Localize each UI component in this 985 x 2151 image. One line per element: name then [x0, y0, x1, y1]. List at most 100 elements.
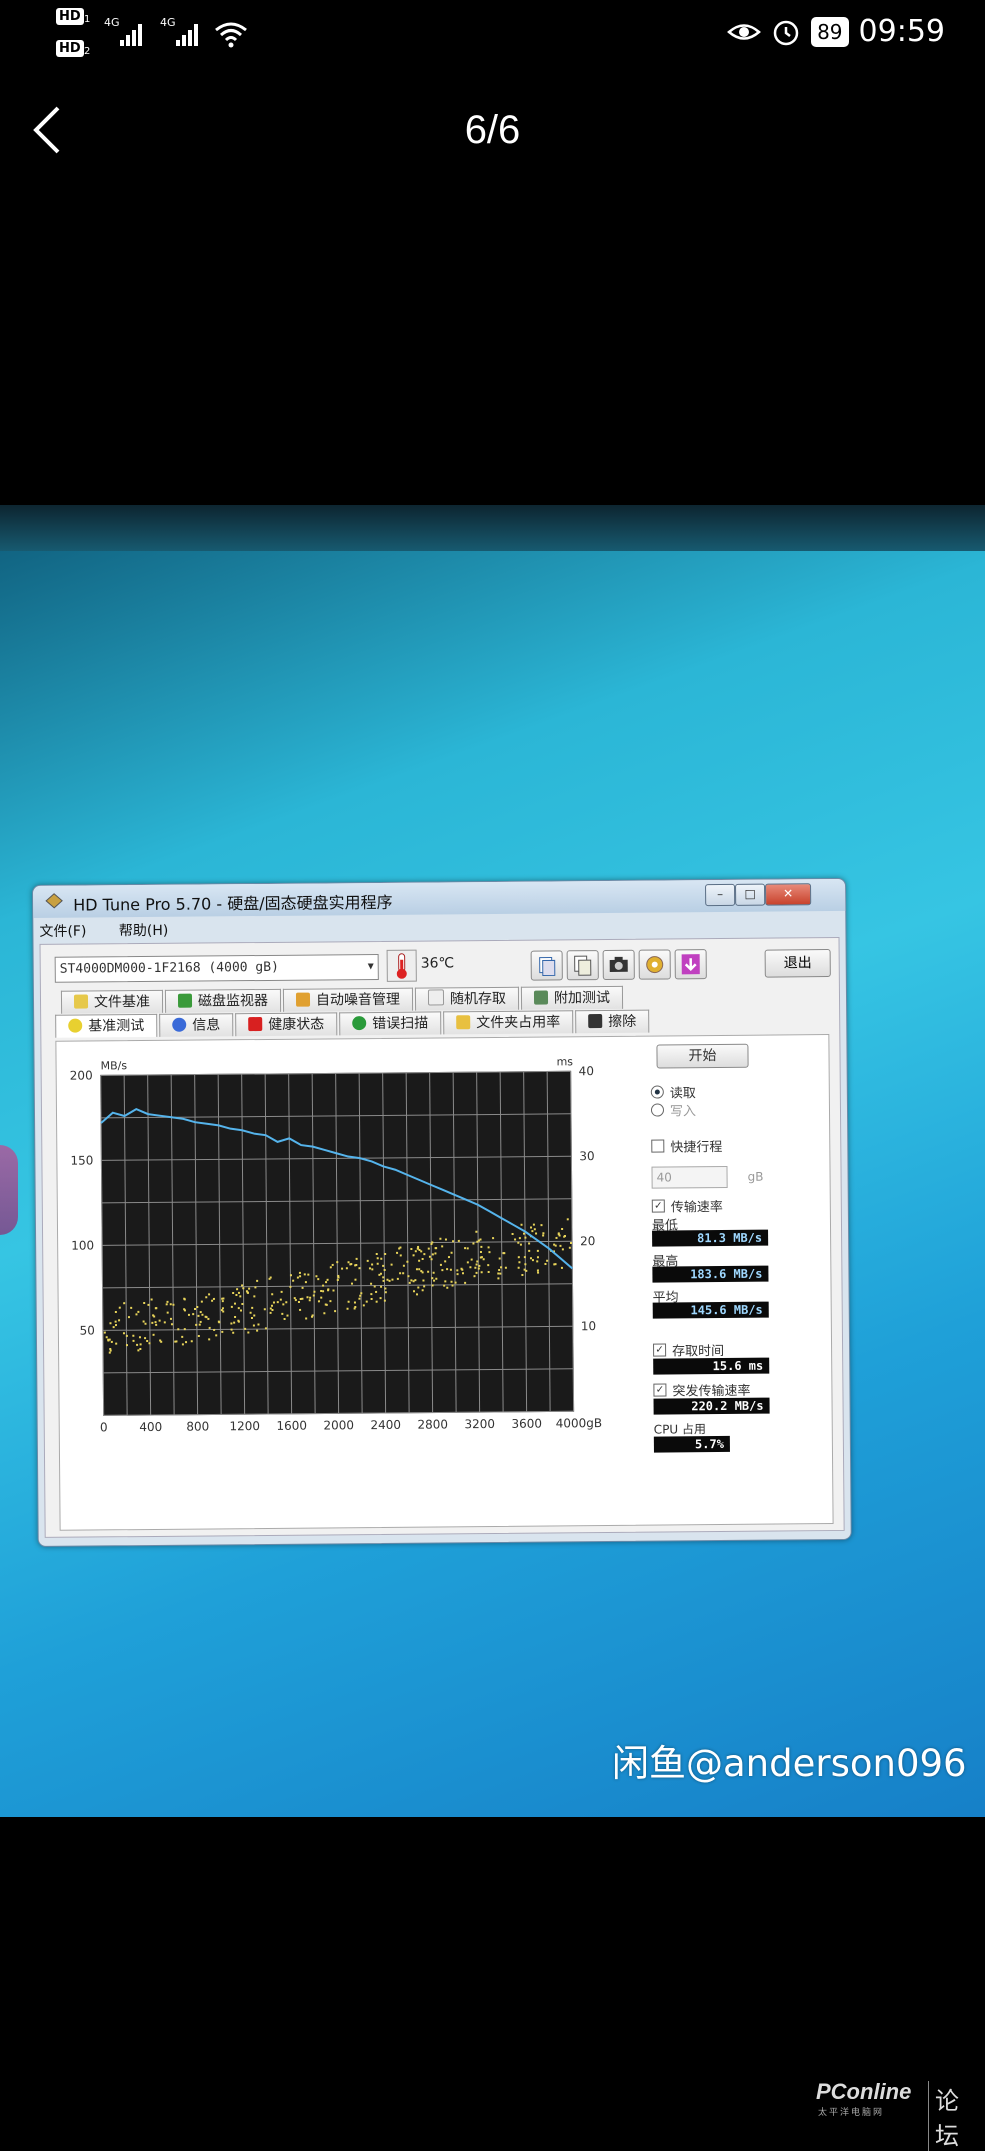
access-time-point — [469, 1266, 472, 1269]
x-tick: 3600 — [511, 1417, 542, 1431]
tab-folder-usage[interactable]: 文件夹占用率 — [443, 1010, 574, 1035]
chevron-down-icon: ▼ — [367, 961, 374, 973]
access-time-point — [412, 1254, 415, 1257]
access-time-point — [525, 1269, 528, 1272]
access-time-point — [177, 1328, 180, 1331]
access-time-point — [114, 1320, 117, 1323]
minimize-button[interactable]: – — [705, 883, 736, 907]
menu-file[interactable]: 文件(F) — [39, 924, 86, 940]
access-time-point — [492, 1237, 495, 1240]
access-time-point — [380, 1285, 383, 1288]
access-time-point — [208, 1293, 211, 1296]
access-time-point — [410, 1279, 413, 1282]
hdtune-window: HD Tune Pro 5.70 - 硬盘/固态硬盘实用程序 – □ ✕ 文件(… — [32, 877, 852, 1547]
access-time-point — [174, 1340, 177, 1343]
y-tick-right: 40 — [579, 1064, 594, 1078]
access-time-point — [449, 1268, 452, 1271]
access-time-point — [383, 1268, 386, 1271]
access-time-point — [253, 1314, 256, 1317]
access-time-point — [517, 1266, 520, 1269]
camera-icon[interactable] — [602, 949, 635, 981]
access-time-point — [355, 1264, 358, 1267]
access-time-point — [108, 1338, 111, 1341]
short-stroke-box — [651, 1139, 665, 1153]
status-right: 89 09:59 — [727, 14, 945, 49]
options-icon[interactable] — [638, 949, 671, 980]
checkbox-transfer-rate[interactable]: ✓ 传输速率 — [651, 1196, 723, 1216]
access-time-point — [172, 1303, 175, 1306]
access-time-point — [115, 1342, 118, 1345]
access-time-point — [163, 1321, 166, 1324]
access-time-point — [379, 1297, 382, 1300]
access-time-point — [269, 1311, 272, 1314]
access-time-point — [285, 1301, 288, 1304]
photo-content[interactable]: HD Tune Pro 5.70 - 硬盘/固态硬盘实用程序 – □ ✕ 文件(… — [0, 505, 985, 1817]
access-time-point — [103, 1331, 106, 1334]
access-time-point — [109, 1322, 112, 1325]
access-time-point — [322, 1290, 325, 1293]
tab-info[interactable]: 信息 — [159, 1013, 234, 1037]
battery-indicator: 89 — [811, 16, 849, 47]
start-button[interactable]: 开始 — [656, 1043, 749, 1069]
access-time-point — [479, 1251, 482, 1254]
close-button[interactable]: ✕ — [765, 883, 812, 906]
access-time-point — [524, 1236, 527, 1239]
access-time-point — [183, 1328, 186, 1331]
tab-noise-management[interactable]: 自动噪音管理 — [282, 987, 414, 1012]
drive-select[interactable]: ST4000DM000-1F2168 (4000 gB) ▼ — [54, 953, 379, 983]
maximize-button[interactable]: □ — [735, 883, 766, 906]
copy-all-icon[interactable] — [566, 950, 599, 981]
access-time-point — [412, 1280, 415, 1283]
access-time-point — [456, 1269, 459, 1272]
short-stroke-input[interactable]: 40 — [651, 1165, 728, 1189]
tab-error-scan[interactable]: 错误扫描 — [339, 1011, 442, 1036]
access-time-point — [153, 1315, 156, 1318]
access-time-point — [185, 1341, 188, 1344]
tab-disk-monitor[interactable]: 磁盘监视器 — [164, 988, 282, 1013]
y-tick-left: 200 — [70, 1068, 93, 1082]
access-time-point — [215, 1334, 218, 1337]
access-time-point — [497, 1277, 500, 1280]
access-time-point — [413, 1290, 416, 1293]
access-time-point — [536, 1260, 539, 1263]
download-icon[interactable] — [674, 949, 707, 980]
access-time-point — [530, 1226, 533, 1229]
client-area: ST4000DM000-1F2168 (4000 gB) ▼ 36℃ 退出 文件… — [39, 936, 845, 1538]
tab-health[interactable]: 健康状态 — [235, 1012, 338, 1037]
short-stroke-unit: gB — [747, 1169, 764, 1184]
access-time-point — [317, 1300, 320, 1303]
folder-icon — [456, 1015, 471, 1030]
copy-icon[interactable] — [530, 950, 563, 981]
tab-extra-tests[interactable]: 附加测试 — [520, 985, 624, 1010]
sim1-number: 1 — [84, 14, 91, 25]
access-time-point — [482, 1258, 485, 1261]
access-time-point — [435, 1277, 438, 1280]
hd-badge-1: HD — [56, 8, 84, 25]
access-time-point — [301, 1297, 304, 1300]
tab-random-access[interactable]: 随机存取 — [414, 986, 520, 1011]
tab-benchmark[interactable]: 基准测试 — [55, 1013, 158, 1038]
checkbox-burst-rate[interactable]: ✓ 突发传输速率 — [653, 1380, 751, 1400]
access-time-point — [289, 1274, 292, 1277]
access-time-point — [376, 1257, 379, 1260]
access-time-point — [422, 1279, 425, 1282]
radio-read[interactable]: 读取 — [650, 1082, 696, 1101]
menu-help[interactable]: 帮助(H) — [119, 923, 169, 939]
access-time-point — [250, 1317, 253, 1320]
access-time-point — [431, 1277, 434, 1280]
radio-write[interactable]: 写入 — [650, 1100, 696, 1119]
wifi-icon — [215, 22, 247, 48]
access-time-point — [379, 1272, 382, 1275]
access-time-point — [221, 1300, 224, 1303]
checkbox-access-time[interactable]: ✓ 存取时间 — [653, 1340, 724, 1360]
tab-erase[interactable]: 擦除 — [575, 1009, 650, 1034]
chart-svg: MB/s ms20015010050403020100 400 800 1200 1600… — [70, 1055, 602, 1434]
tab-file-benchmark[interactable]: 文件基准 — [60, 989, 164, 1014]
access-time-point — [234, 1315, 237, 1318]
access-time-point — [350, 1263, 353, 1266]
y-tick-right: 30 — [579, 1149, 594, 1163]
checkbox-short-stroke[interactable]: 快捷行程 — [651, 1136, 722, 1156]
access-time-point — [144, 1322, 147, 1325]
access-time-point — [139, 1343, 142, 1346]
exit-button[interactable]: 退出 — [764, 949, 831, 978]
